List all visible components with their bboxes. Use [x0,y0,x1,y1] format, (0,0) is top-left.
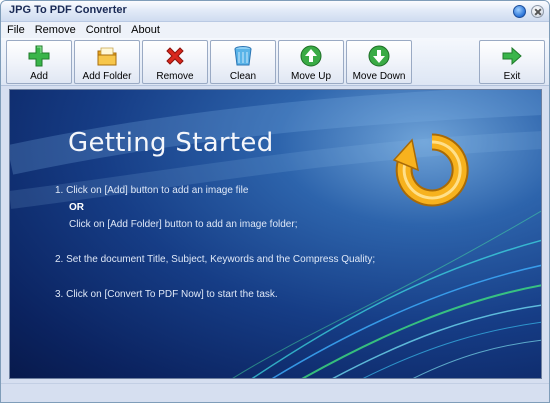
app-window: JPG To PDF Converter File Remove Control… [0,0,550,403]
exit-button[interactable]: Exit [479,40,545,84]
title-bar[interactable]: JPG To PDF Converter [1,1,549,22]
bin-icon [234,46,252,66]
move-up-button[interactable]: Move Up [278,40,344,84]
add-button[interactable]: Add [6,40,72,84]
menu-bar: File Remove Control About [1,22,549,38]
move-up-button-label: Move Up [290,71,331,82]
clean-button[interactable]: Clean [210,40,276,84]
menu-control[interactable]: Control [86,24,121,36]
move-down-button[interactable]: Move Down [346,40,412,84]
menu-about[interactable]: About [131,24,160,36]
instruction-or: OR [69,202,84,213]
red-x-icon [166,47,184,65]
add-folder-button[interactable]: Add Folder [74,40,140,84]
reload-icon [392,133,469,207]
arrow-up-icon [300,45,322,67]
instruction-step-1: 1. Click on [Add] button to add an image… [55,185,249,196]
instruction-step-3: 3. Click on [Convert To PDF Now] to star… [55,289,278,300]
arrow-down-icon [368,45,390,67]
plus-icon [28,45,50,67]
menu-remove[interactable]: Remove [35,24,76,36]
remove-button[interactable]: Remove [142,40,208,84]
add-button-label: Add [30,71,48,82]
instruction-step-1b: Click on [Add Folder] button to add an i… [69,219,298,230]
toolbar: Add Add Folder Remove Clean Move Up Move… [1,38,549,86]
getting-started-panel: Getting Started 1. Click on [Add] button… [9,89,542,379]
clean-button-label: Clean [229,71,257,82]
folder-icon [97,47,117,66]
getting-started-title: Getting Started [68,128,274,158]
move-down-button-label: Move Down [352,71,406,82]
close-icon[interactable] [531,5,544,18]
exit-arrow-icon [502,46,522,66]
remove-button-label: Remove [156,71,194,82]
instruction-step-2: 2. Set the document Title, Subject, Keyw… [55,254,376,265]
help-icon[interactable] [513,5,526,18]
status-bar [1,383,549,402]
window-title: JPG To PDF Converter [9,4,127,16]
menu-file[interactable]: File [7,24,25,36]
add-folder-button-label: Add Folder [82,71,132,82]
exit-button-label: Exit [503,71,521,82]
